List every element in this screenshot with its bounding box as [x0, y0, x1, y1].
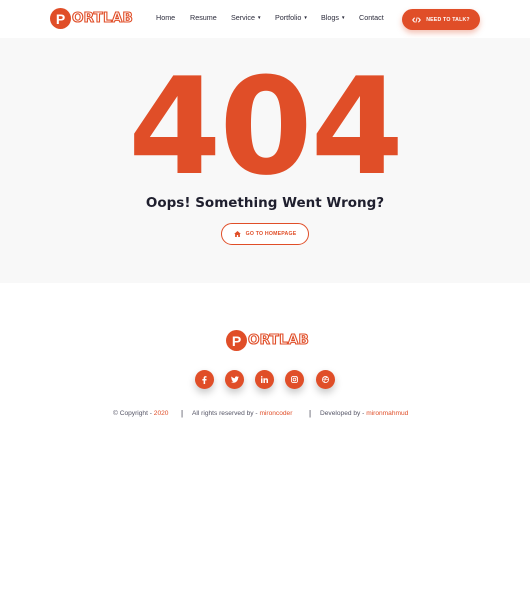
developed-prefix: Developed by -: [320, 410, 367, 417]
nav-label: Service: [231, 13, 255, 22]
need-to-talk-button[interactable]: NEED TO TALK?: [402, 9, 480, 30]
footer-logo[interactable]: P ORTLAB: [226, 330, 309, 351]
nav-item-contact[interactable]: Contact: [359, 13, 384, 22]
nav-label: Portfolio: [275, 13, 302, 22]
error-section: 404 Oops! Something Went Wrong? GO TO HO…: [0, 38, 530, 283]
copyright-prefix: © Copyright -: [113, 410, 154, 417]
logo-badge: P: [226, 330, 247, 351]
nav-label: Blogs: [321, 13, 339, 22]
nav-item-resume[interactable]: Resume: [190, 13, 217, 22]
home-icon: [233, 231, 241, 237]
caret-down-icon: ▼: [256, 15, 262, 20]
developer-link[interactable]: mironmahmud: [366, 410, 408, 417]
twitter-icon[interactable]: [225, 370, 244, 389]
nav-label: Home: [156, 13, 176, 22]
logo-badge: P: [50, 8, 71, 29]
header-logo[interactable]: P ORTLAB: [50, 8, 133, 29]
copyright-text: © Copyright - 2020: [113, 410, 168, 417]
developed-text: Developed by - mironmahmud: [320, 410, 408, 417]
divider: |: [309, 409, 312, 418]
logo-text: ORTLAB: [247, 331, 310, 348]
error-message: Oops! Something Went Wrong?: [145, 195, 385, 211]
dribbble-icon[interactable]: [316, 370, 335, 389]
linkedin-icon[interactable]: [255, 370, 274, 389]
site-header: P ORTLAB Home Resume Service ▼ Portfolio…: [0, 0, 530, 38]
go-to-homepage-label: GO TO HOMEPAGE: [245, 231, 297, 237]
nav-label: Resume: [190, 13, 217, 22]
social-links: [195, 370, 335, 390]
code-icon: [412, 16, 422, 23]
nav-item-portfolio[interactable]: Portfolio ▼: [275, 13, 308, 22]
nav-item-home[interactable]: Home: [156, 13, 175, 22]
need-to-talk-label: NEED TO TALK?: [426, 16, 470, 23]
divider: |: [181, 409, 184, 418]
rights-owner-link[interactable]: mironcoder: [259, 410, 292, 417]
caret-down-icon: ▼: [303, 15, 308, 20]
nav-item-service[interactable]: Service ▼: [231, 13, 261, 22]
caret-down-icon: ▼: [340, 15, 346, 20]
nav-item-blogs[interactable]: Blogs ▼: [321, 13, 345, 22]
rights-text: All rights reserved by - mironcoder: [192, 410, 292, 417]
error-code: 404: [128, 49, 404, 205]
logo-text: ORTLAB: [71, 9, 134, 26]
rights-prefix: All rights reserved by -: [192, 410, 260, 417]
copyright-year: 2020: [153, 410, 169, 417]
instagram-icon[interactable]: [285, 370, 304, 389]
nav-label: Contact: [359, 13, 384, 22]
go-to-homepage-button[interactable]: GO TO HOMEPAGE: [221, 223, 309, 245]
facebook-icon[interactable]: [195, 370, 214, 389]
